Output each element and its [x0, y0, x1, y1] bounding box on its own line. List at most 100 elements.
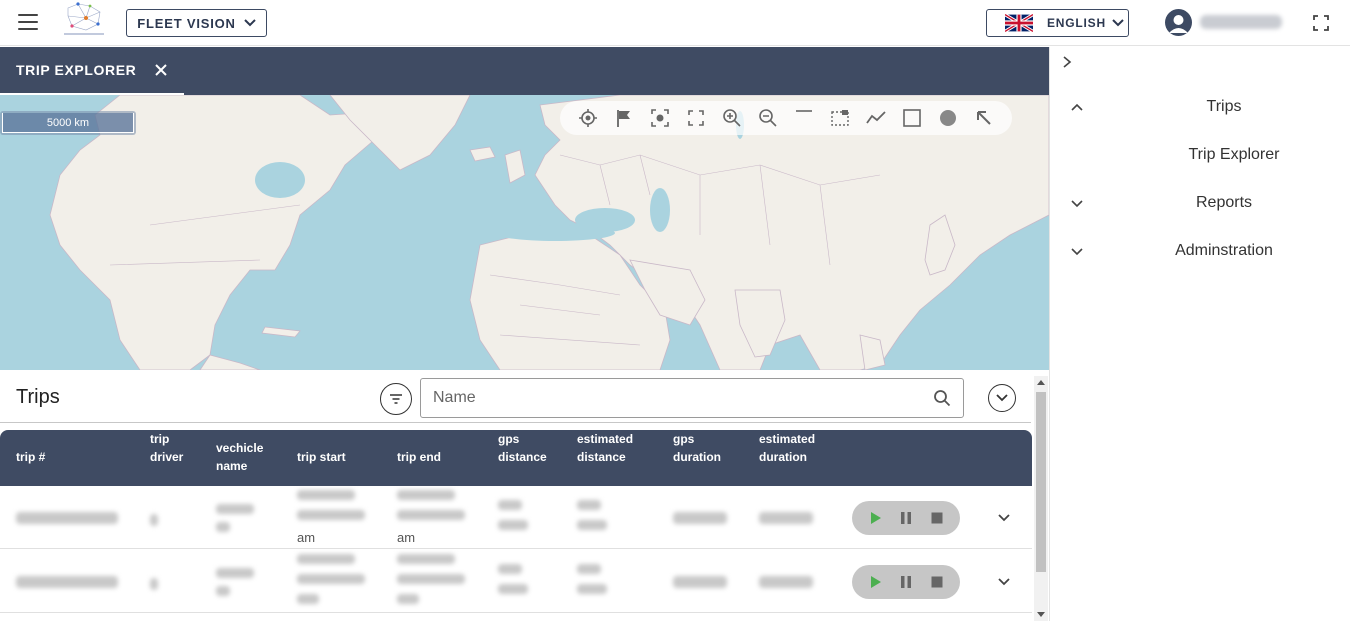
tab-label: TRIP EXPLORER [16, 62, 137, 78]
line-icon[interactable] [786, 101, 822, 135]
table-row[interactable]: am am [0, 486, 1032, 549]
cell-estimated-duration-redacted [759, 512, 813, 524]
zoom-in-icon[interactable] [714, 101, 750, 135]
cell-gps-distance-redacted [498, 584, 528, 594]
column-header-trip-start[interactable]: trip start [297, 448, 346, 466]
play-icon[interactable] [868, 575, 882, 589]
cell-trip-start-redacted [297, 574, 365, 584]
cell-vehicle-name-redacted [216, 568, 254, 578]
box-select-icon[interactable] [822, 101, 858, 135]
filter-icon [390, 394, 402, 404]
name-search-input[interactable] [433, 389, 933, 407]
table-row[interactable] [0, 550, 1032, 613]
cell-trip-start-redacted [297, 554, 355, 564]
sidebar-item-trips[interactable]: Trips [1050, 95, 1350, 119]
column-header-trip-number[interactable]: trip # [16, 448, 45, 466]
cell-vehicle-name-redacted [216, 504, 254, 514]
column-header-estimated-distance[interactable]: estimated distance [577, 430, 639, 466]
play-icon[interactable] [868, 511, 882, 525]
stop-icon[interactable] [930, 575, 944, 589]
column-header-estimated-duration[interactable]: estimated duration [759, 430, 821, 466]
cell-trip-start-redacted [297, 594, 319, 604]
focus-icon[interactable] [642, 101, 678, 135]
sidebar-item-label: Trip Explorer [1188, 146, 1280, 163]
stop-icon[interactable] [930, 511, 944, 525]
square-icon[interactable] [894, 101, 930, 135]
cell-estimated-duration-redacted [759, 576, 813, 588]
user-avatar-icon[interactable] [1165, 9, 1192, 36]
side-navigation: Trips Trip Explorer Reports Adminstratio… [1049, 47, 1350, 621]
cell-trip-end-redacted [397, 490, 455, 500]
cell-gps-distance-redacted [498, 520, 528, 530]
fit-extent-icon[interactable] [678, 101, 714, 135]
filter-button[interactable] [380, 383, 412, 415]
chevron-down-icon[interactable] [996, 510, 1012, 526]
map-scale: 5000 km [0, 111, 136, 135]
sidebar-item-label: Adminstration [1175, 242, 1273, 259]
chevron-down-icon [1112, 19, 1124, 27]
scroll-thumb[interactable] [1036, 392, 1046, 572]
cell-trip-end-redacted [397, 594, 419, 604]
divider [0, 422, 1031, 423]
cell-vehicle-name-redacted [216, 522, 230, 532]
map-scale-label: 5000 km [2, 113, 134, 133]
cell-gps-distance-redacted [498, 564, 522, 574]
pause-icon[interactable] [899, 575, 913, 589]
tab-strip: TRIP EXPLORER [0, 47, 1049, 95]
map-view[interactable]: 5000 km [0, 95, 1049, 370]
column-header-trip-end[interactable]: trip end [397, 448, 441, 466]
name-search-field[interactable] [420, 378, 964, 418]
cell-vehicle-name-redacted [216, 586, 230, 596]
scroll-up-arrow[interactable] [1037, 380, 1045, 385]
cell-estimated-distance-redacted [577, 584, 607, 594]
menu-icon[interactable] [18, 14, 38, 30]
locate-icon[interactable] [570, 101, 606, 135]
cell-gps-duration-redacted [673, 576, 727, 588]
column-header-trip-driver[interactable]: trip driver [150, 430, 190, 466]
language-label: ENGLISH [1047, 16, 1106, 30]
pause-icon[interactable] [899, 511, 913, 525]
chevron-down-icon[interactable] [996, 574, 1012, 590]
sidebar-item-administration[interactable]: Adminstration [1050, 239, 1350, 263]
uk-flag-icon [1005, 14, 1033, 32]
language-selector-button[interactable]: ENGLISH [986, 9, 1129, 37]
tab-trip-explorer[interactable]: TRIP EXPLORER [0, 47, 184, 95]
app-selector-label: FLEET VISION [137, 15, 236, 31]
app-selector-button[interactable]: FLEET VISION [126, 9, 267, 37]
cell-estimated-distance-redacted [577, 500, 601, 510]
zoom-out-icon[interactable] [750, 101, 786, 135]
top-bar: FLEET VISION ENGLISH [0, 0, 1350, 46]
chevron-down-icon [244, 19, 256, 27]
user-name-redacted[interactable] [1200, 15, 1282, 29]
sidebar-item-reports[interactable]: Reports [1050, 191, 1350, 215]
trips-table-header: trip # trip driver vechicle name trip st… [0, 430, 1032, 486]
close-icon[interactable] [154, 63, 168, 77]
polyline-icon[interactable] [858, 101, 894, 135]
trips-title: Trips [16, 386, 60, 408]
cell-estimated-distance-redacted [577, 564, 601, 574]
cell-trip-end-redacted [397, 510, 465, 520]
sidebar-item-trip-explorer[interactable]: Trip Explorer [1050, 143, 1350, 167]
circle-icon[interactable] [930, 101, 966, 135]
company-logo [64, 2, 104, 35]
chevron-down-icon [996, 394, 1008, 402]
chevron-right-icon[interactable] [1060, 55, 1074, 69]
cell-trip-start-suffix: am [297, 530, 316, 545]
pointer-icon[interactable] [966, 101, 1002, 135]
search-icon[interactable] [933, 389, 951, 407]
cell-estimated-distance-redacted [577, 520, 607, 530]
cell-trip-number-redacted [16, 512, 118, 524]
column-header-gps-distance[interactable]: gps distance [498, 430, 554, 466]
trip-playback-controls [852, 565, 960, 599]
column-header-gps-duration[interactable]: gps duration [673, 430, 729, 466]
expand-panel-button[interactable] [988, 384, 1016, 412]
column-header-vehicle-name[interactable]: vechicle name [216, 439, 276, 475]
flag-icon[interactable] [606, 101, 642, 135]
fullscreen-icon[interactable] [1313, 15, 1329, 31]
scroll-down-arrow[interactable] [1037, 612, 1045, 617]
cell-gps-distance-redacted [498, 500, 522, 510]
cell-trip-start-redacted [297, 490, 355, 500]
cell-trip-driver-redacted [150, 514, 158, 526]
trips-scrollbar[interactable] [1034, 376, 1048, 621]
cell-trip-end-redacted [397, 574, 465, 584]
